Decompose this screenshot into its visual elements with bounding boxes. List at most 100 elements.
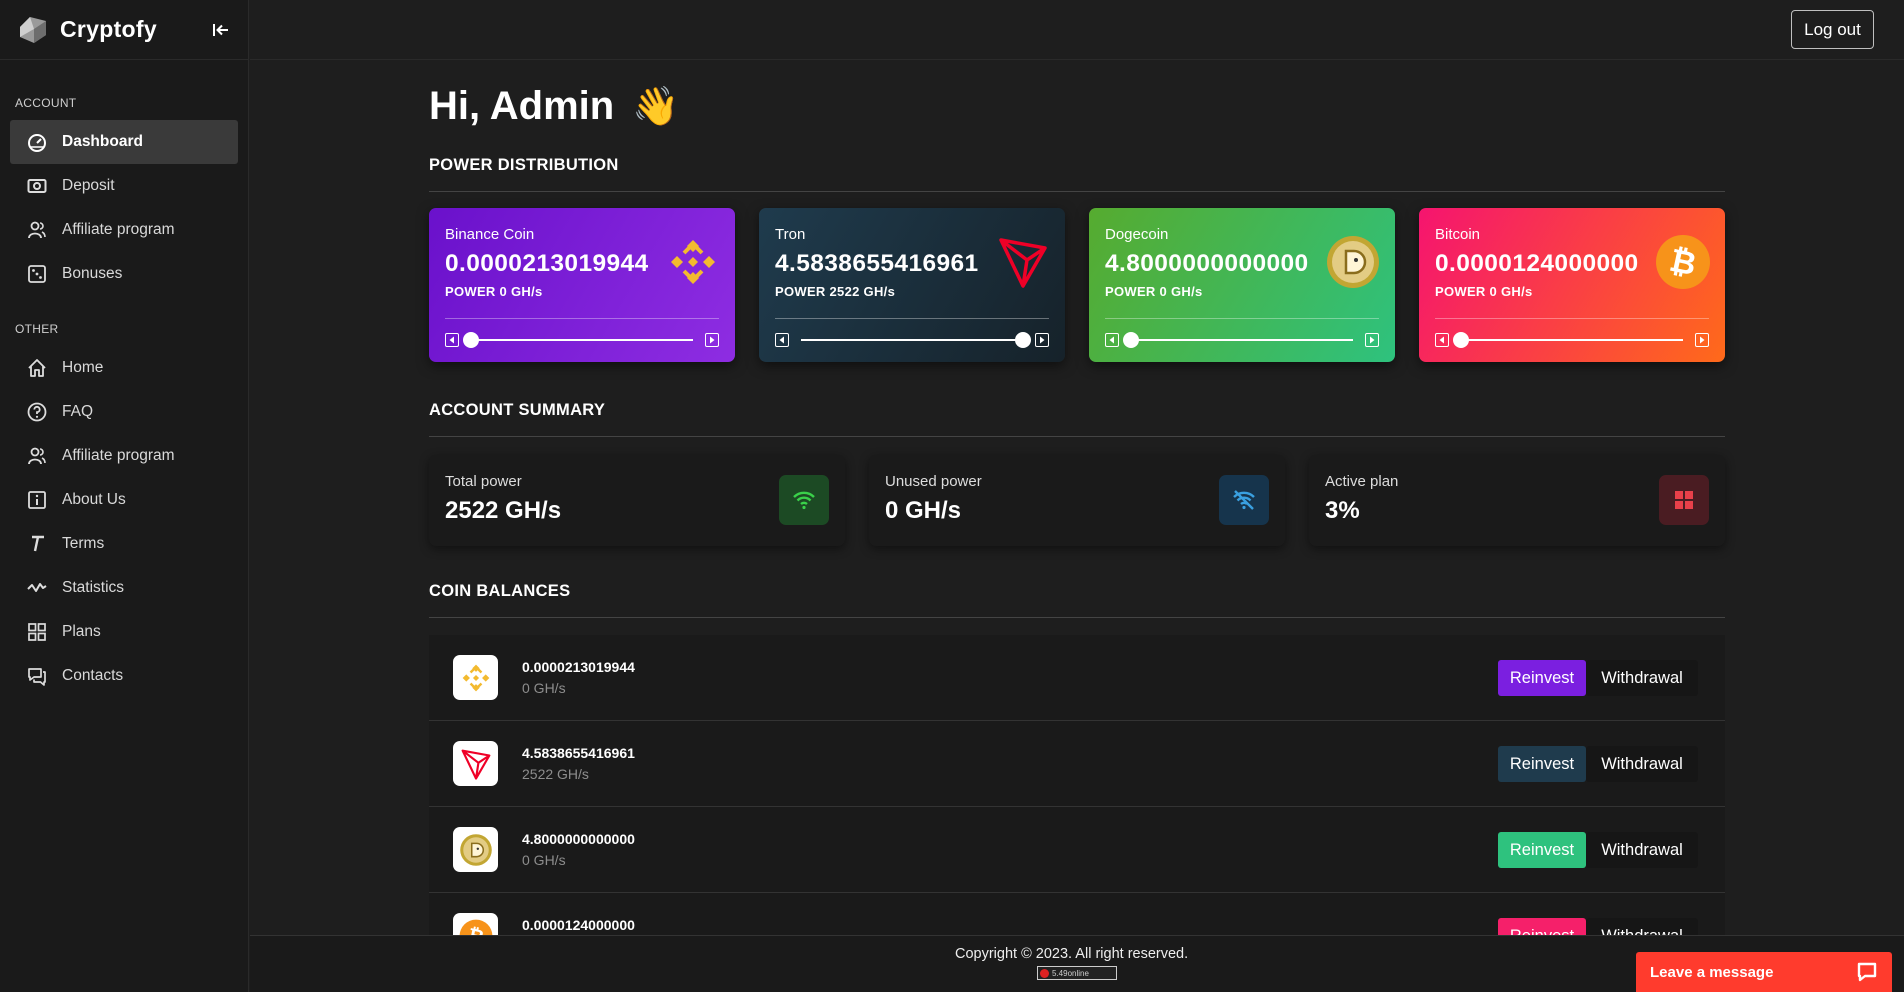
chat-bubble-icon bbox=[1857, 962, 1877, 982]
power-slider[interactable] bbox=[775, 332, 1049, 348]
sidebar-item-bonuses[interactable]: Bonuses bbox=[10, 252, 238, 296]
withdrawal-button[interactable]: Withdrawal bbox=[1586, 746, 1698, 782]
balance-row: 4.8000000000000 0 GH/s Reinvest Withdrawal bbox=[429, 807, 1725, 893]
slider-decrease-icon[interactable] bbox=[1435, 333, 1449, 347]
coin-power: POWER 0 GH/s bbox=[1105, 284, 1203, 299]
balance-amount: 4.5838655416961 bbox=[522, 745, 635, 761]
sidebar-item-about-us[interactable]: About Us bbox=[10, 478, 238, 522]
slider-track[interactable] bbox=[471, 339, 693, 341]
coin-balances-title: COIN BALANCES bbox=[429, 582, 1725, 618]
leave-message-button[interactable]: Leave a message bbox=[1636, 952, 1892, 992]
summary-label: Unused power bbox=[885, 473, 982, 490]
section-label-account: ACCOUNT bbox=[15, 96, 77, 110]
tron-icon bbox=[453, 741, 498, 786]
reinvest-button[interactable]: Reinvest bbox=[1498, 832, 1586, 868]
balance-row: 4.5838655416961 2522 GH/s Reinvest Withdraw… bbox=[429, 721, 1725, 807]
summary-label: Active plan bbox=[1325, 473, 1399, 490]
tron-icon bbox=[995, 234, 1051, 290]
leave-message-label: Leave a message bbox=[1650, 963, 1774, 981]
greeting-text: Hi, Admin bbox=[429, 84, 615, 128]
summary-value: 2522 GH/s bbox=[445, 497, 562, 524]
logout-button[interactable]: Log out bbox=[1791, 10, 1874, 49]
sidebar-item-label: Deposit bbox=[62, 177, 115, 194]
withdrawal-button[interactable]: Withdrawal bbox=[1586, 660, 1698, 696]
withdrawal-button[interactable]: Withdrawal bbox=[1586, 918, 1698, 935]
account-summary-title: ACCOUNT SUMMARY bbox=[429, 401, 1725, 437]
slider-track[interactable] bbox=[1131, 339, 1353, 341]
chat-icon bbox=[26, 665, 48, 687]
coin-name: Dogecoin bbox=[1105, 226, 1169, 243]
sidebar-item-plans[interactable]: Plans bbox=[10, 610, 238, 654]
power-slider[interactable] bbox=[1105, 332, 1379, 348]
summary-value: 3% bbox=[1325, 497, 1360, 524]
card-divider bbox=[1105, 318, 1379, 319]
coin-value: 0.0000124000000 bbox=[1435, 250, 1639, 277]
sidebar-item-label: Affiliate program bbox=[62, 447, 175, 464]
coin-value: 4.5838655416961 bbox=[775, 250, 979, 277]
logo-icon bbox=[20, 16, 46, 43]
sidebar-item-dashboard[interactable]: Dashboard bbox=[10, 120, 238, 164]
sidebar-item-deposit[interactable]: Deposit bbox=[10, 164, 238, 208]
sidebar-item-affiliate-program[interactable]: Affiliate program bbox=[10, 434, 238, 478]
sidebar-item-affiliate-program[interactable]: Affiliate program bbox=[10, 208, 238, 252]
power-distribution-title: POWER DISTRIBUTION bbox=[429, 156, 1725, 192]
reinvest-button[interactable]: Reinvest bbox=[1498, 660, 1586, 696]
balance-amount: 0.0000124000000 bbox=[522, 917, 635, 933]
slider-thumb[interactable] bbox=[463, 332, 479, 348]
sidebar-item-faq[interactable]: FAQ bbox=[10, 390, 238, 434]
coin-card-dogecoin: Dogecoin 4.8000000000000 POWER 0 GH/s bbox=[1089, 208, 1395, 362]
topbar: Log out bbox=[250, 0, 1904, 60]
collapse-left-icon bbox=[213, 24, 228, 36]
sidebar-item-contacts[interactable]: Contacts bbox=[10, 654, 238, 698]
collapse-sidebar-button[interactable] bbox=[208, 17, 234, 43]
power-slider[interactable] bbox=[1435, 332, 1709, 348]
slider-increase-icon[interactable] bbox=[1035, 333, 1049, 347]
summary-label: Total power bbox=[445, 473, 522, 490]
slider-track[interactable] bbox=[801, 339, 1023, 341]
wifi-off-icon bbox=[1219, 475, 1269, 525]
sidebar-item-terms[interactable]: Terms bbox=[10, 522, 238, 566]
coin-name: Bitcoin bbox=[1435, 226, 1481, 243]
slider-thumb[interactable] bbox=[1453, 332, 1469, 348]
card-divider bbox=[445, 318, 719, 319]
coin-power: POWER 0 GH/s bbox=[1435, 284, 1533, 299]
reinvest-button[interactable]: Reinvest bbox=[1498, 746, 1586, 782]
slider-thumb[interactable] bbox=[1123, 332, 1139, 348]
reinvest-button[interactable]: Reinvest bbox=[1498, 918, 1586, 935]
withdrawal-button[interactable]: Withdrawal bbox=[1586, 832, 1698, 868]
slider-increase-icon[interactable] bbox=[1365, 333, 1379, 347]
slider-increase-icon[interactable] bbox=[1695, 333, 1709, 347]
power-slider[interactable] bbox=[445, 332, 719, 348]
summary-value: 0 GH/s bbox=[885, 497, 962, 524]
online-counter-badge[interactable]: 5.49online bbox=[1037, 966, 1117, 980]
bitcoin-icon: ₿ bbox=[1655, 234, 1711, 290]
coin-balances-list: 0.0000213019944 0 GH/s Reinvest Withdrawal 4… bbox=[429, 635, 1725, 935]
balance-power: 2522 GH/s bbox=[522, 766, 589, 782]
slider-decrease-icon[interactable] bbox=[1105, 333, 1119, 347]
dogecoin-icon bbox=[1325, 234, 1381, 290]
users-icon bbox=[26, 445, 48, 467]
sidebar-item-label: Contacts bbox=[62, 667, 124, 684]
italic-t-icon bbox=[26, 533, 48, 555]
sidebar-item-label: Dashboard bbox=[62, 133, 143, 150]
users-icon bbox=[26, 219, 48, 241]
slider-increase-icon[interactable] bbox=[705, 333, 719, 347]
sidebar-item-home[interactable]: Home bbox=[10, 346, 238, 390]
coin-power: POWER 0 GH/s bbox=[445, 284, 543, 299]
info-icon bbox=[26, 489, 48, 511]
sidebar-item-label: About Us bbox=[62, 491, 126, 508]
sidebar-item-statistics[interactable]: Statistics bbox=[10, 566, 238, 610]
slider-decrease-icon[interactable] bbox=[775, 333, 789, 347]
coin-name: Binance Coin bbox=[445, 226, 535, 243]
waving-hand-icon: 👋 bbox=[632, 85, 680, 128]
gauge-icon bbox=[26, 131, 48, 153]
sidebar-item-label: FAQ bbox=[62, 403, 94, 420]
home-icon bbox=[26, 357, 48, 379]
coin-value: 0.0000213019944 bbox=[445, 250, 649, 277]
sidebar: Cryptofy ACCOUNT Dashboard Deposit Affilia… bbox=[0, 0, 249, 992]
pulse-icon bbox=[26, 577, 48, 599]
slider-thumb[interactable] bbox=[1015, 332, 1031, 348]
slider-track[interactable] bbox=[1461, 339, 1683, 341]
slider-decrease-icon[interactable] bbox=[445, 333, 459, 347]
balance-row: ₿0.00001240000000 GH/sReinvestWithdrawal bbox=[429, 893, 1725, 935]
